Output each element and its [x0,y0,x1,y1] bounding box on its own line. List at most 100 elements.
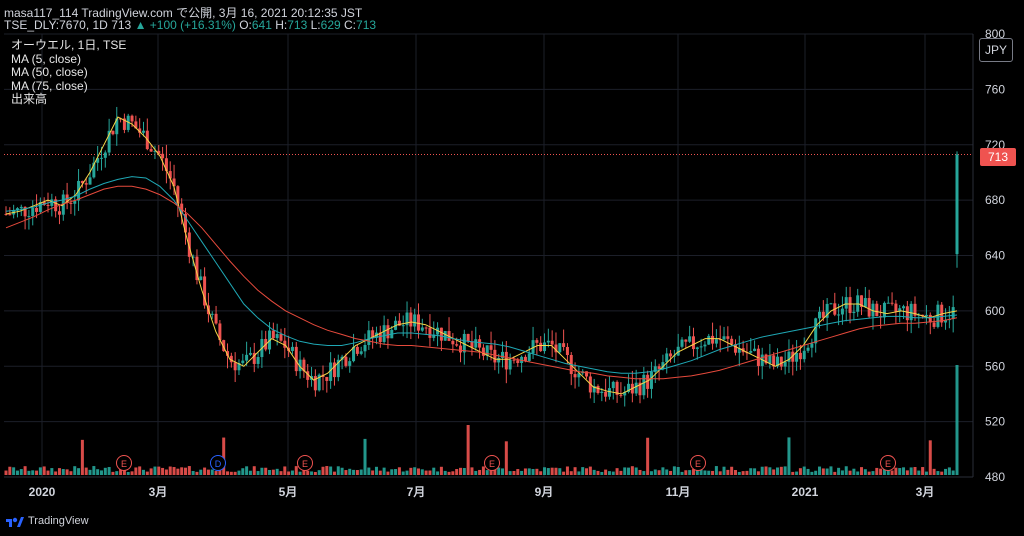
candle-body [57,211,61,215]
volume-bar [443,470,447,475]
volume-bar [741,471,745,475]
volume-bar [829,466,833,475]
volume-bar [428,470,432,475]
candle-body [680,339,684,347]
volume-bar [317,470,321,475]
candle-body [550,340,554,345]
volume-bar [180,467,184,475]
candle-body [875,303,879,317]
volume-bar [141,469,145,475]
volume-bar [455,469,459,475]
volume-bar [546,468,550,475]
volume-bar [153,466,157,475]
volume-bar [187,466,191,475]
volume-bar [604,469,608,475]
volume-bar [504,441,508,475]
candle-body [779,356,783,367]
volume-bar [707,470,711,475]
volume-bar [615,468,619,475]
currency-button[interactable]: JPY [979,38,1013,62]
candle-body [806,347,810,351]
volume-bar [31,470,35,475]
legend-volume: 出来高 [11,92,48,106]
candle-body [894,303,898,312]
candle-body [852,311,856,314]
candle-body [527,353,531,361]
candle-body [753,348,757,351]
volume-bar [898,468,902,475]
candle-body [955,154,959,255]
candle-body [565,346,569,355]
candle-body [210,313,214,315]
candle-body [722,336,726,340]
candle-body [481,347,485,356]
volume-bar [806,468,810,475]
candle-body [546,340,550,343]
candle-body [245,354,249,361]
ma75-line [5,185,958,380]
candle-body [703,344,707,347]
volume-bar [718,471,722,475]
candle-body [840,308,844,315]
candle-body [69,202,73,204]
volume-bar [420,469,424,475]
candle-body [382,325,386,342]
volume-bar [164,469,168,475]
volume-bar [913,467,917,475]
volume-bar [416,468,420,475]
volume-bar [611,471,615,475]
candle-body [325,376,329,381]
volume-bar [23,466,27,475]
price-chart[interactable]: EDEEEE 4805205606006406807207608002020 3月… [0,0,1024,536]
axes: 4805205606006406807207608002020 3月 5月 7月 9月 1… [4,27,1005,499]
volume-bar [478,469,482,475]
volume-bar [340,467,344,475]
candle-body [814,318,818,344]
candle-body [359,351,363,354]
volume-bar [111,471,115,475]
volume-bar [206,469,210,475]
volume-bar [203,467,207,475]
candle-body [199,276,203,281]
volume-bar [191,470,195,475]
volume-bar [543,467,547,475]
tradingview-brand[interactable]: TradingView [6,515,89,527]
candle-body [493,349,497,363]
volume-bar [680,471,684,475]
candle-body [88,177,92,185]
volume-bar [672,466,676,475]
volume-bar [863,469,867,475]
candle-body [596,386,600,393]
candle-body [248,352,252,355]
volume-bar [352,469,356,475]
volume-bar [905,470,909,475]
volume-bars [4,365,959,475]
candle-body [290,346,294,351]
volume-bar [902,467,906,475]
candle-body [512,359,516,361]
candle-body [684,339,688,342]
volume-bar [199,469,203,475]
volume-bar [38,467,42,475]
candle-body [818,311,822,319]
candle-body [634,382,638,394]
candle-body [905,306,909,321]
candle-body [802,350,806,360]
y-tick-label: 480 [985,470,1005,484]
volume-bar [550,467,554,475]
volume-bar [688,470,692,475]
candle-body [573,374,577,378]
volume-bar [46,470,50,475]
volume-bar [951,470,955,475]
candle-body [649,371,653,389]
candle-body [562,343,566,347]
candle-body [451,340,455,345]
volume-bar [195,471,199,475]
volume-bar [485,470,489,475]
volume-bar [585,468,589,475]
volume-bar [818,466,822,475]
volume-bar [810,471,814,475]
volume-bar [226,471,230,475]
volume-bar [592,469,596,475]
volume-bar [909,467,913,475]
